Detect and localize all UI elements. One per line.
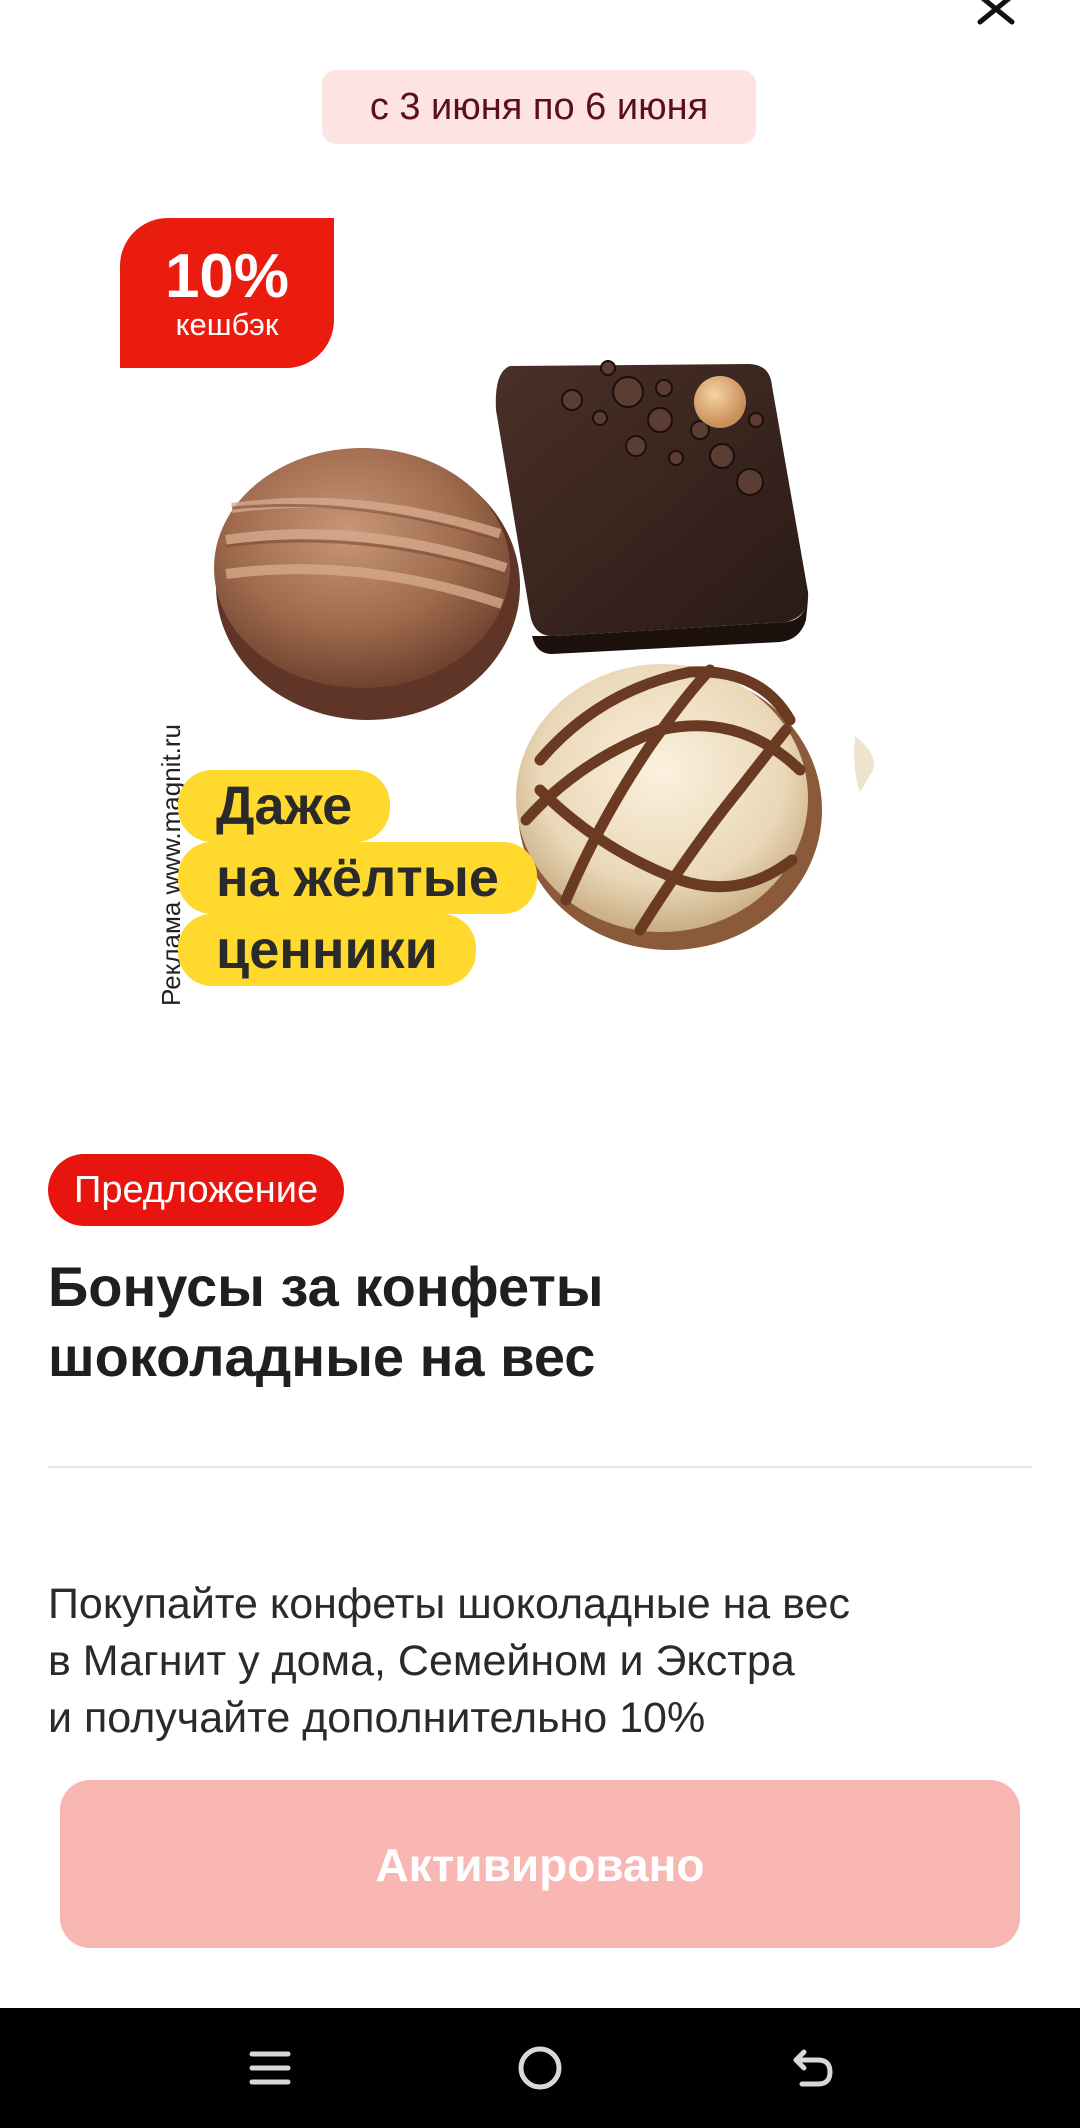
- recent-apps-button[interactable]: [240, 2038, 300, 2098]
- cashback-badge: 10% кешбэк: [120, 218, 334, 368]
- offer-title-line: Бонусы за конфеты: [48, 1255, 604, 1318]
- home-button[interactable]: [510, 2038, 570, 2098]
- system-navigation-bar: [0, 2008, 1080, 2128]
- promo-slogan: Даже на жёлтые ценники: [178, 770, 537, 986]
- back-button[interactable]: [782, 2038, 842, 2098]
- close-button[interactable]: [970, 0, 1024, 30]
- offer-type-badge: Предложение: [48, 1154, 345, 1226]
- offer-description: Покупайте конфеты шоколадные на вес в Ма…: [48, 1576, 1038, 1747]
- description-line: Покупайте конфеты шоколадные на вес: [48, 1580, 850, 1628]
- slogan-line: Даже: [178, 770, 391, 842]
- slogan-line: на жёлтые: [178, 842, 537, 914]
- offer-title: Бонусы за конфеты шоколадные на вес: [48, 1252, 1028, 1392]
- back-icon: [793, 2049, 833, 2087]
- offer-screen: с 3 июня по 6 июня 10% кешбэк Реклама ww…: [0, 0, 1080, 2128]
- close-icon: [977, 0, 1015, 25]
- offer-title-line: шоколадные на вес: [48, 1325, 596, 1388]
- slogan-line: ценники: [178, 914, 476, 986]
- cashback-label: кешбэк: [175, 307, 279, 342]
- divider: [48, 1466, 1032, 1468]
- description-line: и получайте дополнительно 10%: [48, 1694, 706, 1742]
- cashback-value: 10%: [164, 242, 290, 311]
- menu-icon: [249, 2051, 291, 2085]
- description-line: в Магнит у дома, Семейном и Экстра: [48, 1637, 795, 1685]
- home-icon: [518, 2046, 562, 2090]
- activated-button[interactable]: Активировано: [60, 1780, 1020, 1948]
- date-range-badge: с 3 июня по 6 июня: [322, 70, 756, 144]
